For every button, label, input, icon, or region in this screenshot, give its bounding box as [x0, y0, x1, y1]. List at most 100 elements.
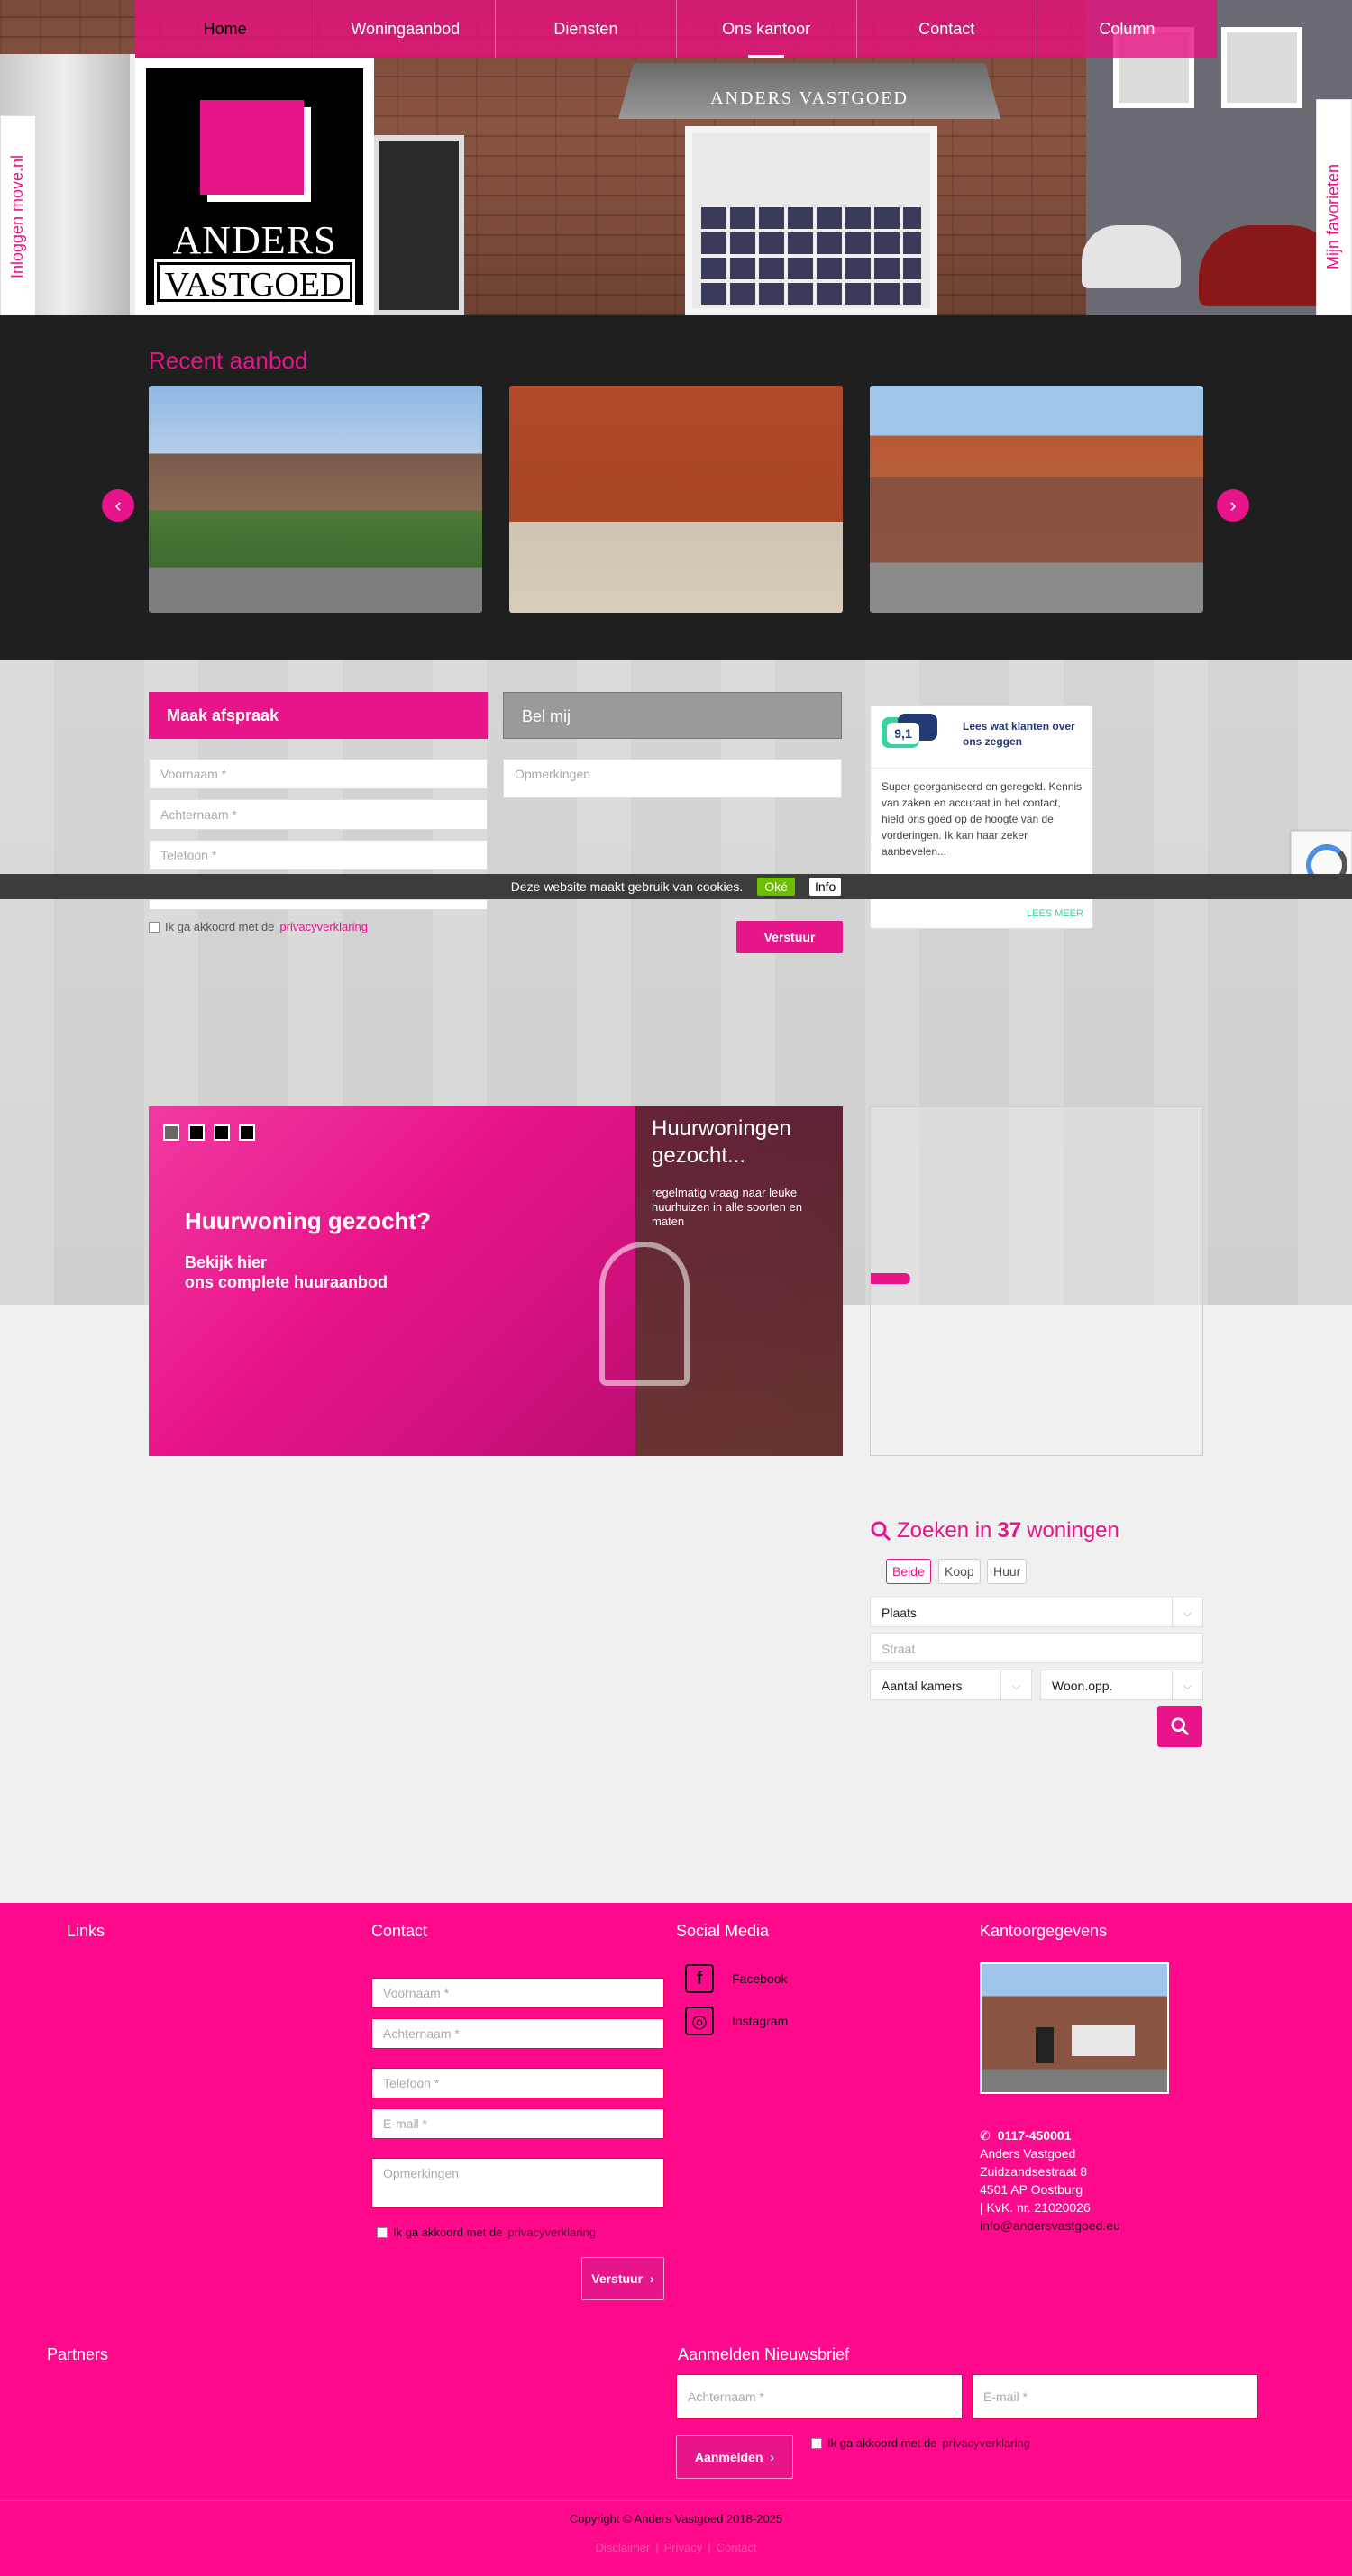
- email-input[interactable]: [149, 899, 488, 910]
- newsletter-email-input[interactable]: E-mail *: [972, 2374, 1258, 2419]
- banner-headline: Huurwoning gezocht?: [185, 1207, 431, 1234]
- review-more-link[interactable]: LEES MEER: [1027, 908, 1083, 919]
- banner-dot[interactable]: [214, 1124, 230, 1141]
- logo-line2: VASTGOED: [154, 259, 355, 305]
- chevron-down-icon: ⌵: [1172, 1670, 1202, 1699]
- site-logo[interactable]: ANDERS VASTGOED: [135, 58, 374, 315]
- instagram-link[interactable]: ◎ Instagram: [685, 2007, 788, 2035]
- banner-dot[interactable]: [188, 1124, 205, 1141]
- office-details: ✆ 0117-450001 Anders Vastgoed Zuidzandses…: [980, 2128, 1120, 2235]
- footer-telefoon-input[interactable]: Telefoon *: [371, 2068, 664, 2098]
- office-email-link[interactable]: info@andersvastgoed.eu: [980, 2216, 1120, 2235]
- woonopp-select[interactable]: Woon.opp. ⌵: [1040, 1670, 1203, 1700]
- recent-listings: Recent aanbod ‹ ›: [0, 315, 1352, 660]
- newsletter-achternaam-input[interactable]: Achternaam *: [676, 2374, 963, 2419]
- banner-dot[interactable]: [163, 1124, 179, 1141]
- footer-email-input[interactable]: E-mail *: [371, 2108, 664, 2139]
- recent-title: Recent aanbod: [149, 347, 308, 374]
- straat-input[interactable]: Straat: [870, 1633, 1203, 1663]
- footer-privacy-checkbox[interactable]: [377, 2226, 388, 2238]
- awning-text: ANDERS VASTGOED: [710, 88, 909, 108]
- hero-door: [374, 135, 464, 315]
- banner-sub: Bekijk hier ons complete huuraanbod: [185, 1253, 388, 1291]
- disclaimer-link[interactable]: Disclaimer: [596, 2541, 651, 2554]
- newsletter-privacy-checkbox[interactable]: [811, 2437, 822, 2449]
- cookie-ok-button[interactable]: Oké: [757, 878, 795, 896]
- key-icon: [599, 1242, 690, 1386]
- search-icon: [871, 1521, 891, 1542]
- banner-dot[interactable]: [239, 1124, 255, 1141]
- filter-koop[interactable]: Koop: [938, 1559, 981, 1584]
- hero-awning: ANDERS VASTGOED: [618, 63, 1000, 119]
- newsletter-title: Aanmelden Nieuwsbrief: [678, 2345, 850, 2363]
- nav-column[interactable]: Column: [1037, 0, 1217, 58]
- rental-banner[interactable]: Huurwoning gezocht? Bekijk hier ons compl…: [149, 1106, 843, 1456]
- side-panel-pill[interactable]: [871, 1273, 910, 1284]
- chevron-right-icon: ›: [770, 2450, 775, 2464]
- facebook-link[interactable]: f Facebook: [685, 1964, 787, 1993]
- footer-achternaam-input[interactable]: Achternaam *: [371, 2018, 664, 2049]
- footer-voornaam-input[interactable]: Voornaam *: [371, 1978, 664, 2008]
- banner-right-text: regelmatig vraag naar leuke huurhuizen i…: [652, 1186, 802, 1228]
- filter-beide[interactable]: Beide: [886, 1559, 931, 1584]
- privacy-footer-link[interactable]: Privacy: [664, 2541, 703, 2554]
- contact-footer-link[interactable]: Contact: [717, 2541, 757, 2554]
- legal-links: Disclaimer | Privacy | Contact: [595, 2541, 757, 2554]
- footer-privacy-row: Ik ga akkoord met de privacyverklaring: [377, 2226, 596, 2239]
- tab-maak-afspraak[interactable]: Maak afspraak: [149, 692, 488, 739]
- cookie-bar: Deze website maakt gebruik van cookies. …: [0, 874, 1352, 899]
- nav-woningaanbod[interactable]: Woningaanbod: [315, 0, 497, 58]
- footer-verstuur-button[interactable]: Verstuur ›: [581, 2257, 664, 2300]
- nav-diensten[interactable]: Diensten: [496, 0, 677, 58]
- newsletter-privacy-row: Ik ga akkoord met de privacyverklaring: [811, 2436, 1030, 2450]
- logo-line1: ANDERS: [172, 218, 337, 262]
- achternaam-input[interactable]: Achternaam *: [149, 799, 488, 830]
- listing-card[interactable]: [149, 386, 482, 613]
- partners-title: Partners: [47, 2345, 109, 2363]
- review-text: Super georganiseerd en geregeld. Kennis …: [882, 780, 1083, 858]
- chevron-down-icon: ⌵: [1000, 1670, 1031, 1699]
- privacy-checkbox[interactable]: [149, 921, 160, 933]
- cookie-text: Deze website maakt gebruik van cookies.: [510, 879, 744, 894]
- search-icon: [1171, 1717, 1190, 1736]
- carousel-next-icon[interactable]: ›: [1217, 489, 1249, 522]
- verstuur-button[interactable]: Verstuur: [736, 921, 843, 953]
- office-photo: [980, 1962, 1169, 2094]
- search-submit-button[interactable]: [1157, 1706, 1202, 1747]
- footer-links-title: Links: [67, 1922, 105, 1940]
- instagram-icon: ◎: [685, 2007, 714, 2035]
- review-score: 9,1: [887, 723, 919, 744]
- footer-privacy-link[interactable]: privacyverklaring: [507, 2226, 596, 2239]
- kamers-select[interactable]: Aantal kamers ⌵: [870, 1670, 1032, 1700]
- chevron-down-icon: ⌵: [1172, 1597, 1202, 1626]
- listing-card[interactable]: [870, 386, 1203, 613]
- side-panel: [870, 1106, 1203, 1456]
- logo-square-icon: [200, 100, 304, 195]
- footer-office-title: Kantoorgegevens: [980, 1922, 1108, 1940]
- banner-dots: [163, 1124, 255, 1141]
- nav-ons-kantoor[interactable]: Ons kantoor: [677, 0, 857, 58]
- footer-contact-title: Contact: [371, 1922, 428, 1940]
- nav-contact[interactable]: Contact: [857, 0, 1037, 58]
- hero-car-white: [1082, 225, 1181, 288]
- telefoon-input[interactable]: Telefoon *: [149, 840, 488, 870]
- phone-icon: ✆: [980, 2128, 991, 2143]
- voornaam-input[interactable]: Voornaam *: [149, 759, 488, 789]
- newsletter-privacy-link[interactable]: privacyverklaring: [942, 2436, 1030, 2450]
- newsletter-submit-button[interactable]: Aanmelden ›: [676, 2435, 793, 2479]
- favorites-tab[interactable]: Mijn favorieten: [1316, 99, 1352, 333]
- footer-opmerkingen-textarea[interactable]: Opmerkingen: [371, 2158, 664, 2208]
- privacy-checkbox-row: Ik ga akkoord met de privacyverklaring: [149, 920, 368, 933]
- filter-huur[interactable]: Huur: [987, 1559, 1028, 1584]
- review-title: Lees wat klanten over ons zeggen: [963, 720, 1075, 748]
- cookie-info-button[interactable]: Info: [808, 878, 842, 896]
- login-tab[interactable]: Inloggen move.nl: [0, 115, 36, 318]
- listing-card[interactable]: [509, 386, 843, 613]
- privacy-link[interactable]: privacyverklaring: [279, 920, 368, 933]
- carousel-prev-icon[interactable]: ‹: [102, 489, 134, 522]
- plaats-select[interactable]: Plaats ⌵: [870, 1597, 1203, 1627]
- nav-home[interactable]: Home: [135, 0, 316, 58]
- footer-social-title: Social Media: [676, 1922, 770, 1940]
- opmerkingen-textarea[interactable]: Opmerkingen: [503, 759, 842, 798]
- tab-bel-mij[interactable]: Bel mij: [503, 692, 842, 739]
